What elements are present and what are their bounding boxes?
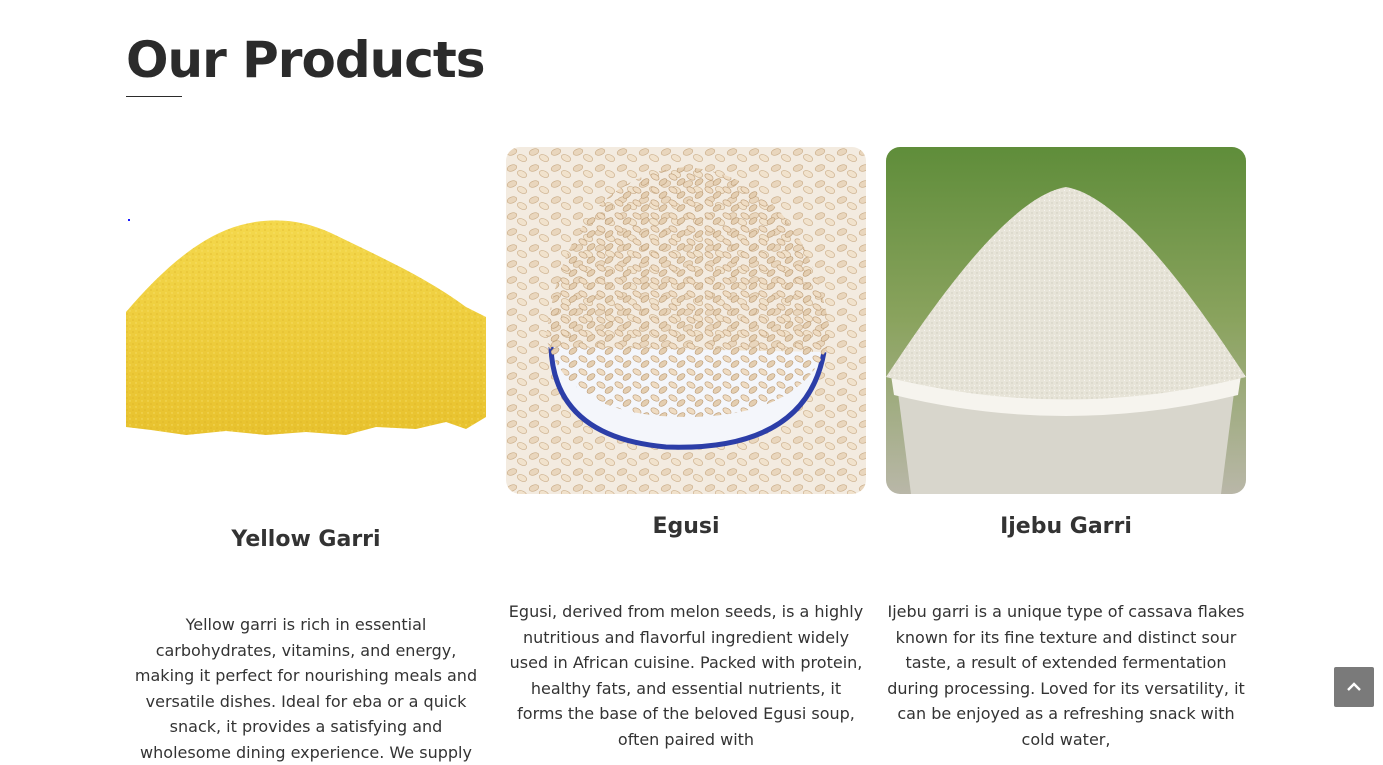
product-card-ijebu-garri: Ijebu Garri Ijebu garri is a unique type… [886, 147, 1246, 749]
product-description: Egusi, derived from melon seeds, is a hi… [508, 602, 864, 749]
page-title: Our Products [126, 31, 486, 89]
yellow-garri-image [126, 217, 486, 442]
back-to-top-button[interactable] [1334, 667, 1374, 707]
product-description: Yellow garri is rich in essential carboh… [134, 615, 478, 762]
ijebu-garri-image [886, 147, 1246, 494]
product-card-yellow-garri: Yellow Garri Yellow garri is rich in ess… [126, 147, 486, 762]
product-description: Ijebu garri is a unique type of cassava … [887, 602, 1245, 749]
egusi-image [506, 147, 866, 494]
title-underline [126, 96, 182, 97]
product-name: Ijebu Garri [1000, 514, 1132, 539]
product-name: Egusi [652, 514, 720, 539]
product-card-egusi: Egusi Egusi, derived from melon seeds, i… [506, 147, 866, 749]
chevron-up-icon [1347, 682, 1361, 691]
product-name: Yellow Garri [231, 527, 381, 552]
